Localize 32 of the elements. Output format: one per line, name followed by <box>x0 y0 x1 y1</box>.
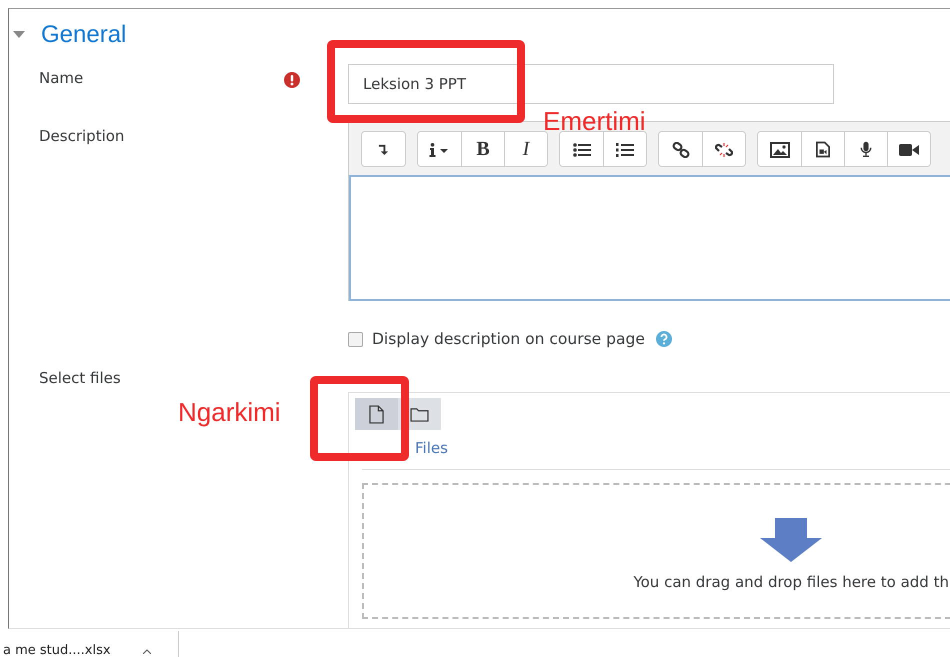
download-file-name[interactable]: a me stud....xlsx <box>3 642 111 657</box>
numbered-list-button[interactable] <box>603 132 646 166</box>
video-camera-icon <box>899 142 919 156</box>
file-view-button[interactable] <box>355 398 398 430</box>
video-button[interactable] <box>887 132 930 166</box>
info-dropdown-icon <box>428 142 450 156</box>
files-path-link[interactable]: Files <box>415 440 448 457</box>
name-input-field[interactable]: Leksion 3 PPT <box>348 64 834 104</box>
arrow-down-icon <box>378 143 389 156</box>
field-label: Name <box>39 69 84 87</box>
unlink-icon <box>715 142 733 158</box>
unlink-button[interactable] <box>702 132 745 166</box>
field-label: Select files <box>39 369 121 387</box>
drop-zone[interactable]: You can drag and drop files here to add th <box>362 469 950 619</box>
down-arrow-icon <box>760 518 822 562</box>
media-file-icon <box>816 141 830 158</box>
checkbox-label[interactable]: Display description on course page <box>372 330 645 348</box>
numbered-list-icon <box>616 142 634 156</box>
collapse-caret-icon[interactable] <box>13 31 25 39</box>
folder-icon <box>410 406 429 422</box>
annotation-label: Ngarkimi <box>178 397 281 427</box>
file-icon <box>369 404 384 424</box>
checkbox[interactable] <box>348 332 363 346</box>
section-title[interactable]: General <box>41 21 126 49</box>
italic-button[interactable]: I <box>504 132 547 166</box>
link-icon <box>672 142 690 158</box>
caret-up-icon[interactable] <box>142 648 151 654</box>
image-icon <box>770 142 790 158</box>
bullet-list-icon <box>572 142 590 156</box>
microphone-icon <box>860 141 872 158</box>
drop-hint: You can drag and drop files here to add th <box>633 573 949 591</box>
field-label: Description <box>39 127 124 145</box>
